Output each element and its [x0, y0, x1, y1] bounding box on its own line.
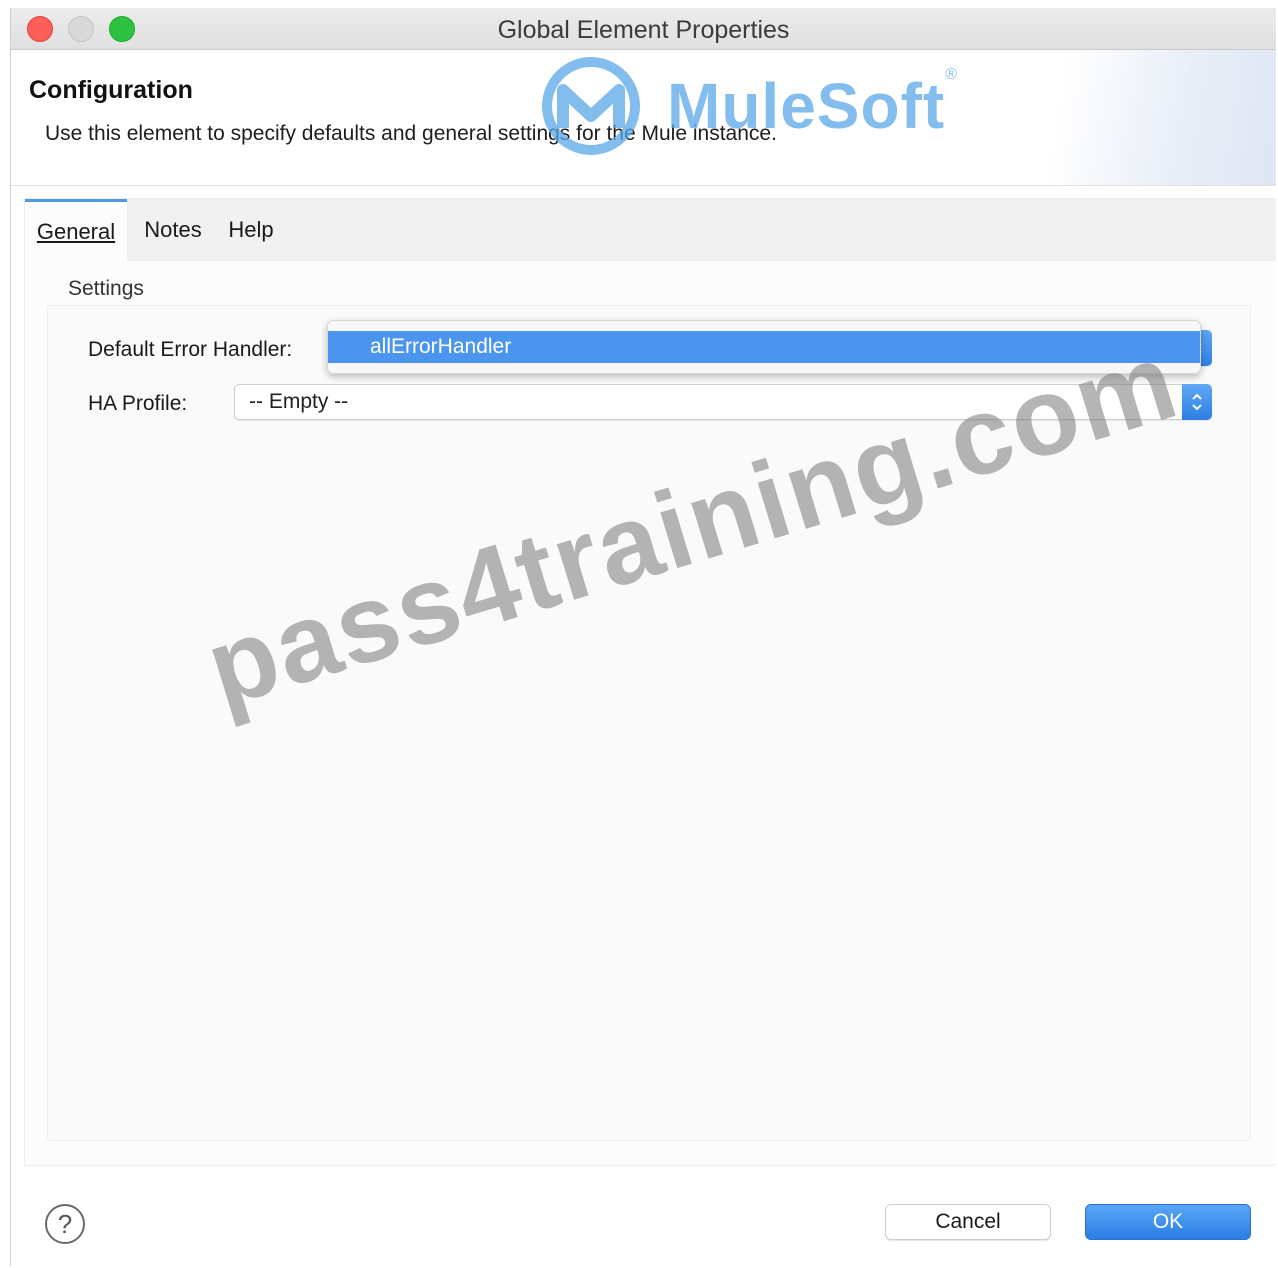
- tab-general-label: General: [36, 218, 116, 244]
- tab-panel: General Notes Help Settings Default Erro…: [24, 198, 1276, 1166]
- configuration-header: Configuration Use this element to specif…: [11, 50, 1276, 186]
- window-title: Global Element Properties: [497, 16, 790, 44]
- dropdown-option-allerrorhandler[interactable]: allErrorHandler: [328, 331, 1200, 363]
- default-error-handler-label: Default Error Handler:: [88, 338, 293, 361]
- mulesoft-logo: MuleSoft ®: [529, 56, 957, 156]
- tab-help-label: Help: [228, 217, 274, 242]
- registered-mark: ®: [945, 66, 957, 83]
- ha-profile-value: -- Empty --: [249, 390, 349, 413]
- settings-group: Default Error Handler: allErrorHandler H…: [47, 305, 1251, 1141]
- tab-help[interactable]: Help: [221, 199, 281, 261]
- tab-general[interactable]: General: [25, 199, 127, 261]
- brand-name: MuleSoft: [667, 70, 946, 142]
- cancel-button[interactable]: Cancel: [885, 1204, 1051, 1240]
- ha-profile-label: HA Profile:: [88, 392, 188, 415]
- tab-notes[interactable]: Notes: [133, 199, 213, 261]
- title-bar[interactable]: Global Element Properties: [11, 8, 1276, 50]
- help-icon[interactable]: ?: [45, 1204, 85, 1244]
- ha-profile-select[interactable]: -- Empty --: [234, 384, 1212, 420]
- tab-bar: General Notes Help: [25, 199, 1276, 261]
- chevron-updown-icon: [1192, 393, 1202, 411]
- page-title: Configuration: [29, 76, 193, 104]
- ok-button[interactable]: OK: [1085, 1204, 1251, 1240]
- dialog-window: Global Element Properties Configuration …: [10, 8, 1276, 1266]
- settings-group-label: Settings: [68, 277, 144, 300]
- ha-profile-stepper[interactable]: [1182, 384, 1212, 420]
- error-handler-dropdown-menu: allErrorHandler: [327, 320, 1201, 374]
- tab-notes-label: Notes: [144, 217, 202, 242]
- mulesoft-logo-icon: [542, 57, 640, 155]
